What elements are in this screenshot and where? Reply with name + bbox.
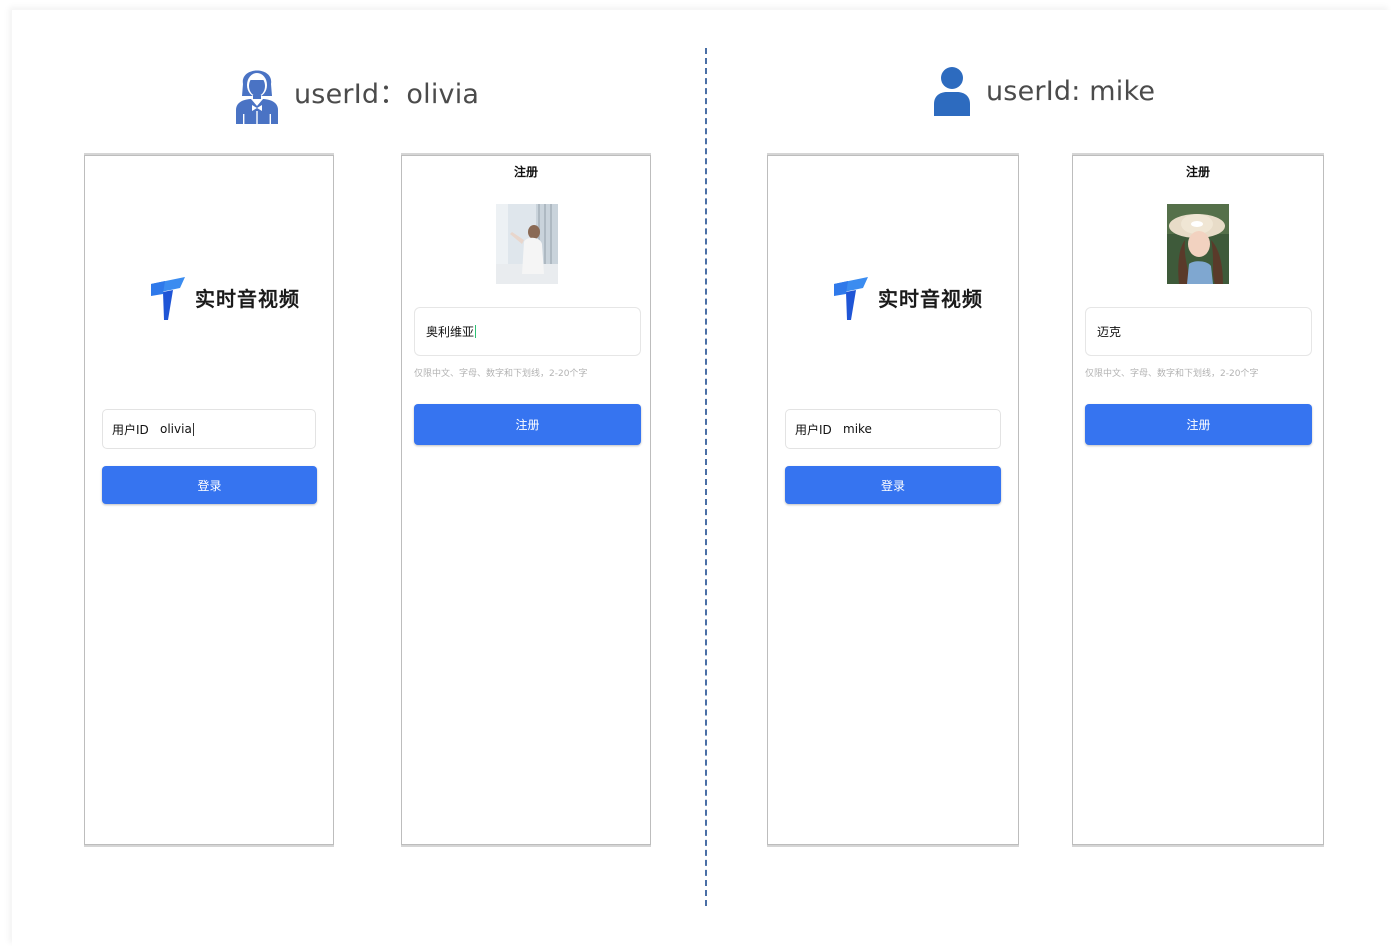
avatar[interactable] (496, 204, 558, 284)
trtc-logo-icon (151, 277, 185, 320)
man-user-icon (934, 67, 970, 116)
trtc-logo-icon (834, 277, 868, 320)
phone-register-mike: 注册 迈克 仅限中文、字母、数字和下划线，2-20个字 注册 (1072, 155, 1324, 845)
register-button[interactable]: 注册 (414, 404, 641, 445)
nickname-field[interactable]: 迈克 (1085, 307, 1312, 356)
phone-login-olivia: 实时音视频 用户ID olivia 登录 (84, 155, 334, 845)
user-id-input[interactable]: mike (843, 422, 872, 436)
nickname-hint: 仅限中文、字母、数字和下划线，2-20个字 (414, 369, 588, 379)
user-id-field[interactable]: 用户ID olivia (102, 409, 316, 449)
app-logo: 实时音视频 (832, 274, 983, 320)
nickname-input[interactable]: 奥利维亚 (426, 323, 474, 340)
avatar[interactable] (1167, 204, 1229, 284)
login-button[interactable]: 登录 (785, 466, 1001, 504)
register-button[interactable]: 注册 (1085, 404, 1312, 445)
field-label: 用户ID (112, 422, 149, 437)
text-caret (475, 325, 477, 338)
user-id-label: userId: mike (986, 75, 1156, 107)
dashed-divider (705, 48, 707, 906)
text-caret (192, 422, 194, 436)
login-button[interactable]: 登录 (102, 466, 317, 504)
logo-text: 实时音视频 (878, 286, 983, 311)
page-title: 注册 (513, 165, 538, 179)
logo-text: 实时音视频 (195, 286, 300, 311)
nickname-field[interactable]: 奥利维亚 (414, 307, 641, 356)
user-id-input[interactable]: olivia (160, 422, 192, 436)
user-header-olivia: userId：olivia (234, 58, 479, 124)
user-header-mike: userId: mike (932, 66, 1155, 116)
avatar-photo-icon (496, 204, 558, 284)
woman-user-icon (236, 70, 278, 124)
user-id-field[interactable]: 用户ID mike (785, 409, 1001, 449)
app-logo: 实时音视频 (149, 274, 300, 320)
nickname-hint: 仅限中文、字母、数字和下划线，2-20个字 (1085, 369, 1259, 379)
user-id-label: userId：olivia (294, 78, 480, 110)
page-title: 注册 (1185, 165, 1210, 179)
nickname-input[interactable]: 迈克 (1097, 323, 1121, 340)
phone-register-olivia: 注册 奥利维亚 仅限中文、字母、数字和下划线，2-20个字 注册 (401, 155, 651, 845)
avatar-photo-icon (1167, 204, 1229, 284)
field-label: 用户ID (795, 422, 832, 437)
phone-login-mike: 实时音视频 用户ID mike 登录 (767, 155, 1019, 845)
